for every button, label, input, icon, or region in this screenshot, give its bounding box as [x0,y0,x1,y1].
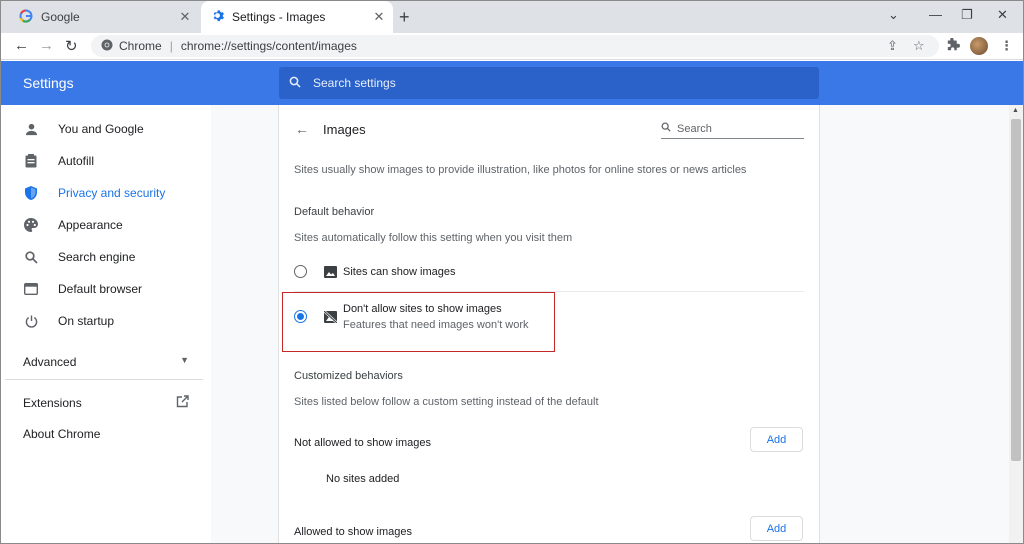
about-label: About Chrome [23,427,101,441]
sidebar-item-on-startup[interactable]: On startup [23,313,114,329]
scroll-up-icon[interactable]: ▲ [1012,107,1019,114]
person-icon [23,121,39,137]
sidebar-item-default-browser[interactable]: Default browser [23,281,142,297]
sidebar-item-about-chrome[interactable]: About Chrome [23,427,100,441]
new-tab-icon[interactable]: + [399,7,410,28]
scrollbar-thumb[interactable] [1011,119,1021,461]
open-in-new-icon [176,395,189,411]
page-description: Sites usually show images to provide ill… [294,164,747,176]
sidebar-item-label: You and Google [58,122,144,136]
sidebar-item-label: Appearance [58,218,123,232]
site-label: Chrome [119,39,162,53]
add-not-allowed-button[interactable]: Add [750,427,803,452]
forward-icon[interactable]: → [39,37,54,54]
allowed-label: Allowed to show images [294,526,413,538]
default-behavior-subtext: Sites automatically follow this setting … [294,232,573,244]
not-allowed-label: Not allowed to show images [294,437,431,449]
browser-icon [23,281,39,297]
no-sites-text: No sites added [326,473,400,485]
search-icon [23,249,39,265]
address-separator: | [169,39,173,53]
sidebar-item-you-and-google[interactable]: You and Google [23,121,144,137]
settings-sidebar: You and Google Autofill Privacy and secu… [1,105,211,543]
tab-title: Settings - Images [232,10,326,24]
customized-behaviors-subtext: Sites listed below follow a custom setti… [294,396,599,408]
close-window-icon[interactable]: ✕ [997,7,1008,23]
sidebar-divider [5,379,203,380]
minimize-icon[interactable]: — [929,7,942,22]
palette-icon [23,217,39,233]
search-icon [661,122,671,135]
google-g-icon [19,9,33,26]
restore-icon[interactable]: ❐ [961,7,973,23]
settings-title: Settings [23,75,74,91]
back-arrow-icon[interactable]: ← [295,121,309,137]
clipboard-icon [23,153,39,169]
add-allowed-button[interactable]: Add [750,516,803,541]
sidebar-item-label: Autofill [58,154,95,168]
gear-icon [211,9,224,25]
search-placeholder: Search settings [313,76,396,90]
star-icon[interactable]: ☆ [913,35,925,57]
sidebar-item-privacy-and-security[interactable]: Privacy and security [23,185,165,201]
radio-button[interactable] [294,265,307,278]
settings-header: Settings Search settings [1,61,1023,105]
extensions-puzzle-icon[interactable] [947,37,960,54]
option-sites-can-show-images[interactable]: Sites can show images [294,265,456,278]
profile-avatar[interactable] [970,37,988,55]
search-icon [289,76,301,91]
browser-window: Google ✕ Settings - Images ✕ + ⌄ — ❐ ✕ ←… [0,0,1024,544]
sidebar-item-appearance[interactable]: Appearance [23,217,123,233]
page-search-input[interactable]: Search [661,119,804,139]
sidebar-item-label: On startup [58,314,115,328]
search-placeholder: Search [677,122,712,135]
chrome-logo-icon [101,39,113,54]
close-tab-icon[interactable]: ✕ [177,9,193,25]
url-text: chrome://settings/content/images [180,39,357,53]
sidebar-item-search-engine[interactable]: Search engine [23,249,135,265]
sidebar-advanced-toggle[interactable]: Advanced ▼ [23,355,189,369]
tab-strip: Google ✕ Settings - Images ✕ + ⌄ — ❐ ✕ [1,1,1023,33]
default-behavior-heading: Default behavior [294,206,375,218]
page-title: Images [323,122,366,137]
extensions-label: Extensions [23,396,82,410]
sidebar-item-label: Default browser [58,282,143,296]
chevron-down-icon[interactable]: ⌄ [888,7,899,23]
share-icon[interactable]: ⇪ [887,35,898,57]
power-icon [23,313,39,329]
sidebar-item-autofill[interactable]: Autofill [23,153,94,169]
back-icon[interactable]: ← [14,37,29,54]
address-bar[interactable]: Chrome | chrome://settings/content/image… [91,35,939,57]
highlight-annotation-box [282,292,555,352]
sidebar-item-label: Search engine [58,250,136,264]
browser-toolbar: ← → ↻ Chrome | chrome://settings/content… [1,33,1023,60]
advanced-label: Advanced [23,355,77,369]
caret-down-icon: ▼ [180,355,189,365]
settings-search-input[interactable]: Search settings [279,67,819,99]
image-icon [323,265,337,278]
reload-icon[interactable]: ↻ [65,37,78,55]
close-tab-icon[interactable]: ✕ [371,9,387,25]
tab-settings-images[interactable]: Settings - Images ✕ [201,1,393,33]
more-menu-icon[interactable]: ⋮ [1000,38,1013,54]
option-label: Sites can show images [343,265,456,278]
sidebar-item-extensions[interactable]: Extensions [23,395,189,411]
tab-title: Google [41,10,80,24]
customized-behaviors-heading: Customized behaviors [294,370,403,382]
shield-icon [23,185,39,201]
sidebar-item-label: Privacy and security [58,186,166,200]
tab-google[interactable]: Google ✕ [9,1,199,33]
